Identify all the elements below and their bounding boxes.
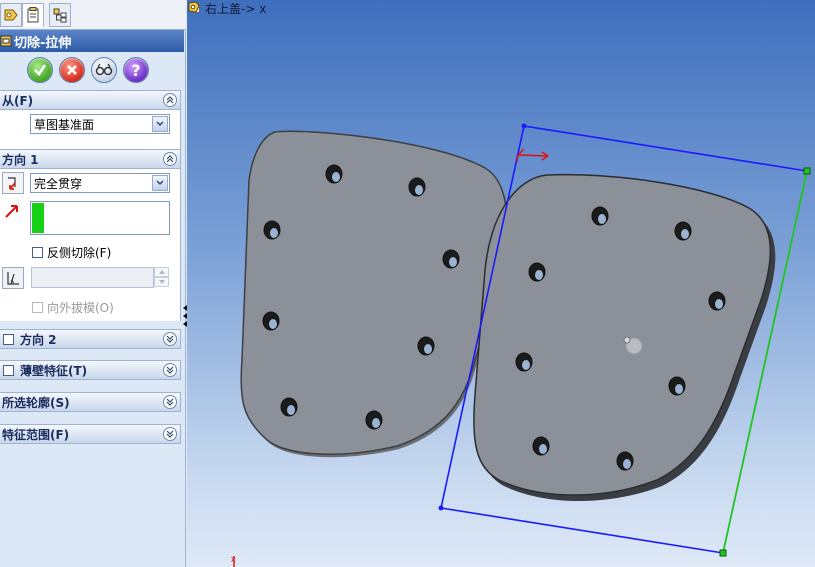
chevron-down-icon xyxy=(166,366,174,374)
configuration-icon xyxy=(53,8,67,23)
ok-button[interactable] xyxy=(27,57,53,83)
draft-angle-spinner[interactable] xyxy=(154,267,169,288)
direction1-group-label: 方向 1 xyxy=(2,152,39,167)
start-condition-dropdown[interactable] xyxy=(152,116,168,132)
direction2-group-label: 方向 2 xyxy=(20,332,57,347)
detailed-preview-button[interactable] xyxy=(91,57,117,83)
from-group-label: 从(F) xyxy=(2,93,34,108)
from-collapse-button[interactable] xyxy=(163,93,177,107)
direction2-group-header[interactable]: 方向 2 xyxy=(0,329,181,349)
draft-outward-label: 向外拔模(O) xyxy=(47,301,114,315)
spin-up-button[interactable] xyxy=(154,267,169,277)
part-icon[interactable] xyxy=(187,0,201,14)
help-label: ? xyxy=(131,60,141,80)
sketch-origin-icon xyxy=(516,148,549,163)
feature-tree-icon xyxy=(4,9,18,21)
breadcrumb: + 右上盖-> x xyxy=(187,0,266,16)
chevron-up-icon xyxy=(166,155,174,163)
draft-angle-input[interactable] xyxy=(31,267,154,288)
model-canvas[interactable]: x xyxy=(187,0,815,567)
property-sheet-icon xyxy=(27,7,39,23)
chevron-down-icon xyxy=(166,335,174,343)
flip-side-label: 反侧切除(F) xyxy=(47,246,112,260)
help-button[interactable]: ? xyxy=(123,57,149,83)
checkmark-icon xyxy=(34,64,47,77)
draft-toggle-button[interactable] xyxy=(2,267,24,289)
thin-feature-group-header[interactable]: 薄壁特征(T) xyxy=(0,360,181,380)
confirm-toolbar: ? xyxy=(0,52,184,90)
sketch-endpoint[interactable] xyxy=(521,123,527,129)
start-condition-value: 草图基准面 xyxy=(34,117,95,132)
close-icon xyxy=(67,65,77,75)
feature-scope-expand-button[interactable] xyxy=(163,427,177,441)
direction1-group-body: 完全贯穿 反侧切除(F) 向外拔模(O) xyxy=(0,169,181,321)
draft-outward-checkbox[interactable]: 向外拔模(O) xyxy=(32,299,114,316)
sketch-endpoint[interactable] xyxy=(438,505,444,511)
sketch-endpoint[interactable] xyxy=(803,167,811,175)
spin-down-button[interactable] xyxy=(154,277,169,287)
property-manager-panel: 切除-拉伸 ? 从(F) 草图基准面 方向 1 完全贯穿 反侧切除(F) 向外拔… xyxy=(0,0,186,567)
feature-scope-group-header[interactable]: 特征范围(F) xyxy=(0,424,181,444)
configuration-manager-tab[interactable] xyxy=(49,3,71,27)
direction-selection-swatch xyxy=(32,203,44,233)
direction2-checkbox[interactable] xyxy=(3,333,14,345)
chevron-down-icon xyxy=(156,121,164,127)
selected-contours-expand-button[interactable] xyxy=(163,395,177,409)
thin-feature-checkbox[interactable] xyxy=(3,364,14,376)
reverse-direction-icon xyxy=(8,177,16,190)
draft-angle-icon xyxy=(7,272,19,285)
cut-extrude-icon xyxy=(0,35,12,47)
feature-manager-tab[interactable] xyxy=(0,3,22,27)
chevron-up-icon xyxy=(166,96,174,104)
end-condition-dropdown[interactable] xyxy=(152,175,168,191)
draft-outward-checkbox-box[interactable] xyxy=(32,302,43,313)
direction-arrow-icon xyxy=(5,205,18,218)
feature-title-bar: 切除-拉伸 xyxy=(0,30,184,52)
glasses-icon xyxy=(95,63,113,76)
chevron-up-icon xyxy=(158,270,165,274)
chevron-down-icon xyxy=(166,430,174,438)
reference-triad: x xyxy=(231,554,236,567)
direction2-expand-button[interactable] xyxy=(163,332,177,346)
sketch-endpoint[interactable] xyxy=(719,549,727,557)
thin-feature-expand-button[interactable] xyxy=(163,363,177,377)
property-manager-tab[interactable] xyxy=(22,3,44,27)
reverse-direction-button[interactable] xyxy=(2,172,24,194)
selected-contours-group-label: 所选轮廓(S) xyxy=(2,395,70,410)
feature-title: 切除-拉伸 xyxy=(14,35,72,51)
direction1-collapse-button[interactable] xyxy=(163,152,177,166)
selected-contours-group-header[interactable]: 所选轮廓(S) xyxy=(0,392,181,412)
flip-side-to-cut-checkbox[interactable]: 反侧切除(F) xyxy=(32,244,111,261)
from-group-header[interactable]: 从(F) xyxy=(0,90,181,110)
direction-reference-list[interactable] xyxy=(30,201,170,235)
graphics-viewport[interactable]: x + 右上盖-> x xyxy=(187,0,815,567)
from-group-body: 草图基准面 xyxy=(0,110,181,150)
end-condition-select[interactable]: 完全贯穿 xyxy=(30,173,170,193)
manager-tabs xyxy=(0,0,186,30)
thin-feature-group-label: 薄壁特征(T) xyxy=(20,363,88,378)
start-condition-select[interactable]: 草图基准面 xyxy=(30,114,170,134)
feature-scope-group-label: 特征范围(F) xyxy=(2,427,70,442)
chevron-down-icon xyxy=(166,398,174,406)
end-condition-value: 完全贯穿 xyxy=(34,176,83,191)
triad-x-label: x xyxy=(231,554,236,564)
chevron-down-icon xyxy=(156,180,164,186)
chevron-down-icon xyxy=(158,280,165,284)
flip-side-checkbox-box[interactable] xyxy=(32,247,43,258)
cancel-button[interactable] xyxy=(59,57,85,83)
breadcrumb-part-name[interactable]: 右上盖-> x xyxy=(205,0,266,17)
direction1-group-header[interactable]: 方向 1 xyxy=(0,149,181,169)
